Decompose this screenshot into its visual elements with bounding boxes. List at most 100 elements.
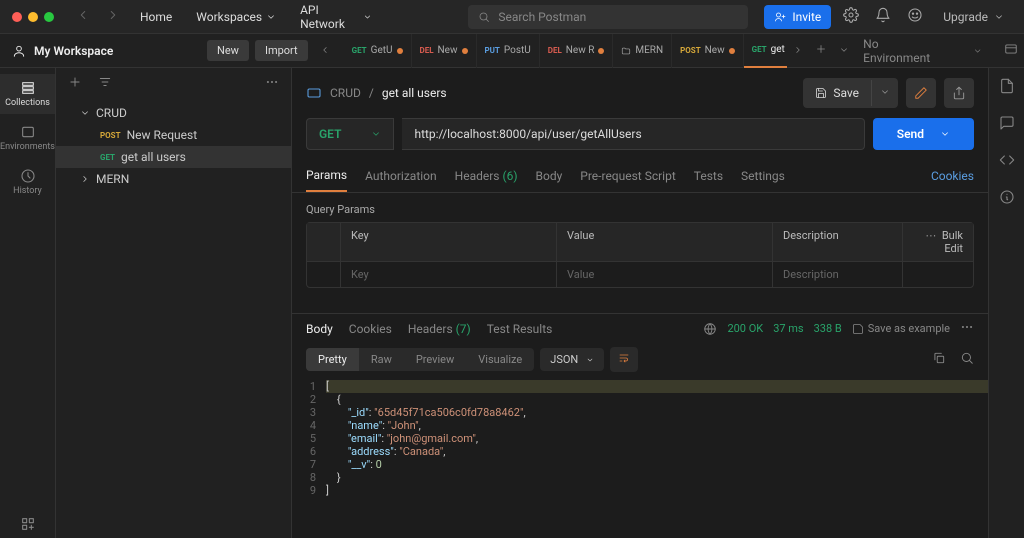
response-panel: Body Cookies Headers (7) Test Results 20…	[292, 313, 988, 538]
response-options-icon[interactable]	[960, 320, 974, 337]
breadcrumb-parent[interactable]: CRUD	[330, 86, 361, 100]
request-tab[interactable]: GETget a	[744, 34, 788, 68]
view-raw[interactable]: Raw	[359, 348, 404, 371]
tab-scroll-right[interactable]	[787, 40, 809, 62]
req-tab-body[interactable]: Body	[536, 161, 563, 191]
resp-tab-body[interactable]: Body	[306, 322, 333, 336]
request-tab[interactable]: GETGetU	[344, 34, 412, 68]
req-tab-tests[interactable]: Tests	[694, 161, 723, 191]
env-quicklook-icon[interactable]	[998, 38, 1024, 63]
request-tabs: Params Authorization Headers (6) Body Pr…	[292, 160, 988, 193]
nav-api-network[interactable]: API Network	[292, 0, 380, 37]
invite-button[interactable]: Invite	[764, 5, 831, 29]
new-button[interactable]: New	[207, 40, 249, 61]
qp-check[interactable]	[307, 262, 341, 287]
environment-label: No Environment	[863, 37, 943, 65]
save-options[interactable]	[871, 80, 898, 106]
response-body[interactable]: 1[2 {3 "_id": "65d45f71ca506c0fd78a8462"…	[292, 376, 988, 538]
tab-options[interactable]	[833, 40, 855, 62]
upgrade-button[interactable]: Upgrade	[935, 6, 1012, 28]
sidebar-collections[interactable]: Collections	[0, 74, 55, 114]
maximize-window-icon[interactable]	[44, 12, 54, 22]
filter-icon[interactable]	[98, 75, 112, 92]
qp-empty-row[interactable]: Key Value Description	[307, 261, 973, 287]
format-selector[interactable]: JSON	[540, 348, 604, 371]
qp-key-input[interactable]: Key	[341, 262, 557, 287]
view-preview[interactable]: Preview	[404, 348, 466, 371]
qp-desc-input[interactable]: Description	[773, 262, 903, 287]
save-as-example[interactable]: Save as example	[852, 322, 950, 335]
resp-tab-tests[interactable]: Test Results	[487, 322, 553, 336]
resp-tab-headers-label: Headers	[408, 322, 453, 336]
req-tab-prereq[interactable]: Pre-request Script	[580, 161, 675, 191]
code-line: 8 }	[292, 471, 988, 484]
postbot-icon[interactable]	[903, 3, 927, 30]
resp-tab-cookies[interactable]: Cookies	[349, 322, 392, 336]
request-tab[interactable]: PUTPostU	[477, 34, 540, 68]
sidebar-environments[interactable]: Environments	[0, 118, 55, 158]
request-tab[interactable]: MERN	[613, 34, 672, 68]
request-tab[interactable]: DELNew R	[540, 34, 614, 68]
collections-options-icon[interactable]	[265, 75, 279, 92]
globe-icon[interactable]	[703, 322, 717, 336]
req-tab-headers[interactable]: Headers (6)	[455, 161, 518, 191]
view-visualize[interactable]: Visualize	[466, 348, 534, 371]
import-button[interactable]: Import	[255, 40, 308, 61]
tree-folder-crud[interactable]: CRUD	[56, 102, 291, 124]
search-input[interactable]: Search Postman	[468, 5, 748, 29]
request-tab[interactable]: POSTNew	[672, 34, 744, 68]
save-button[interactable]: Save	[803, 80, 871, 106]
nav-back-icon[interactable]	[72, 4, 94, 29]
req-tab-auth[interactable]: Authorization	[365, 161, 437, 191]
share-button[interactable]	[944, 78, 974, 108]
nav-home[interactable]: Home	[132, 4, 180, 30]
request-tab[interactable]: DELNew	[412, 34, 477, 68]
tab-scroll-left[interactable]	[314, 40, 336, 62]
tree-folder-mern[interactable]: MERN	[56, 168, 291, 190]
tree-item-new-request[interactable]: POST New Request	[56, 124, 291, 146]
nav-forward-icon[interactable]	[102, 4, 124, 29]
method-badge: DEL	[548, 46, 562, 55]
qp-header-desc: Description	[773, 223, 903, 261]
code-icon[interactable]	[999, 152, 1015, 171]
environment-selector[interactable]: No Environment	[855, 33, 990, 69]
code-line: 6 "address": "Canada",	[292, 445, 988, 458]
close-window-icon[interactable]	[12, 12, 22, 22]
req-tab-params[interactable]: Params	[306, 160, 347, 192]
create-collection-icon[interactable]	[68, 75, 82, 92]
url-input[interactable]: http://localhost:8000/api/user/getAllUse…	[402, 118, 864, 150]
sidebar-configure[interactable]	[0, 510, 55, 538]
search-response-icon[interactable]	[960, 351, 974, 368]
qp-header-row: Key Value Description ⋯ Bulk Edit	[307, 223, 973, 261]
send-button[interactable]: Send	[873, 118, 974, 150]
tab-label: get a	[771, 44, 788, 55]
new-tab-button[interactable]	[809, 39, 833, 62]
tree-item-get-all-users[interactable]: GET get all users	[56, 146, 291, 168]
comments-icon[interactable]	[999, 115, 1015, 134]
view-pretty[interactable]: Pretty	[306, 348, 359, 371]
edit-button[interactable]	[906, 78, 936, 108]
sidebar-history[interactable]: History	[0, 162, 55, 202]
method-selector[interactable]: GET	[306, 118, 394, 150]
qp-value-input[interactable]: Value	[557, 262, 773, 287]
minimize-window-icon[interactable]	[28, 12, 38, 22]
docs-icon[interactable]	[999, 78, 1015, 97]
main-area: Collections Environments History CRUD	[0, 68, 1024, 538]
grid-plus-icon	[20, 516, 36, 532]
wrap-lines-button[interactable]	[610, 347, 638, 372]
line-number: 5	[292, 432, 326, 445]
qp-bulk-edit[interactable]: ⋯ Bulk Edit	[903, 223, 973, 261]
info-icon[interactable]	[999, 189, 1015, 208]
copy-response-icon[interactable]	[932, 351, 946, 368]
workspace-selector[interactable]: My Workspace	[0, 44, 207, 58]
settings-icon[interactable]	[839, 3, 863, 30]
nav-workspaces[interactable]: Workspaces	[188, 4, 284, 30]
line-number: 8	[292, 471, 326, 484]
notifications-icon[interactable]	[871, 3, 895, 30]
line-text: [	[326, 380, 988, 393]
resp-tab-headers[interactable]: Headers (7)	[408, 322, 471, 336]
cookies-link[interactable]: Cookies	[931, 161, 974, 191]
code-line: 1[	[292, 380, 988, 393]
req-tab-settings[interactable]: Settings	[741, 161, 785, 191]
view-mode-group: Pretty Raw Preview Visualize	[306, 348, 534, 371]
